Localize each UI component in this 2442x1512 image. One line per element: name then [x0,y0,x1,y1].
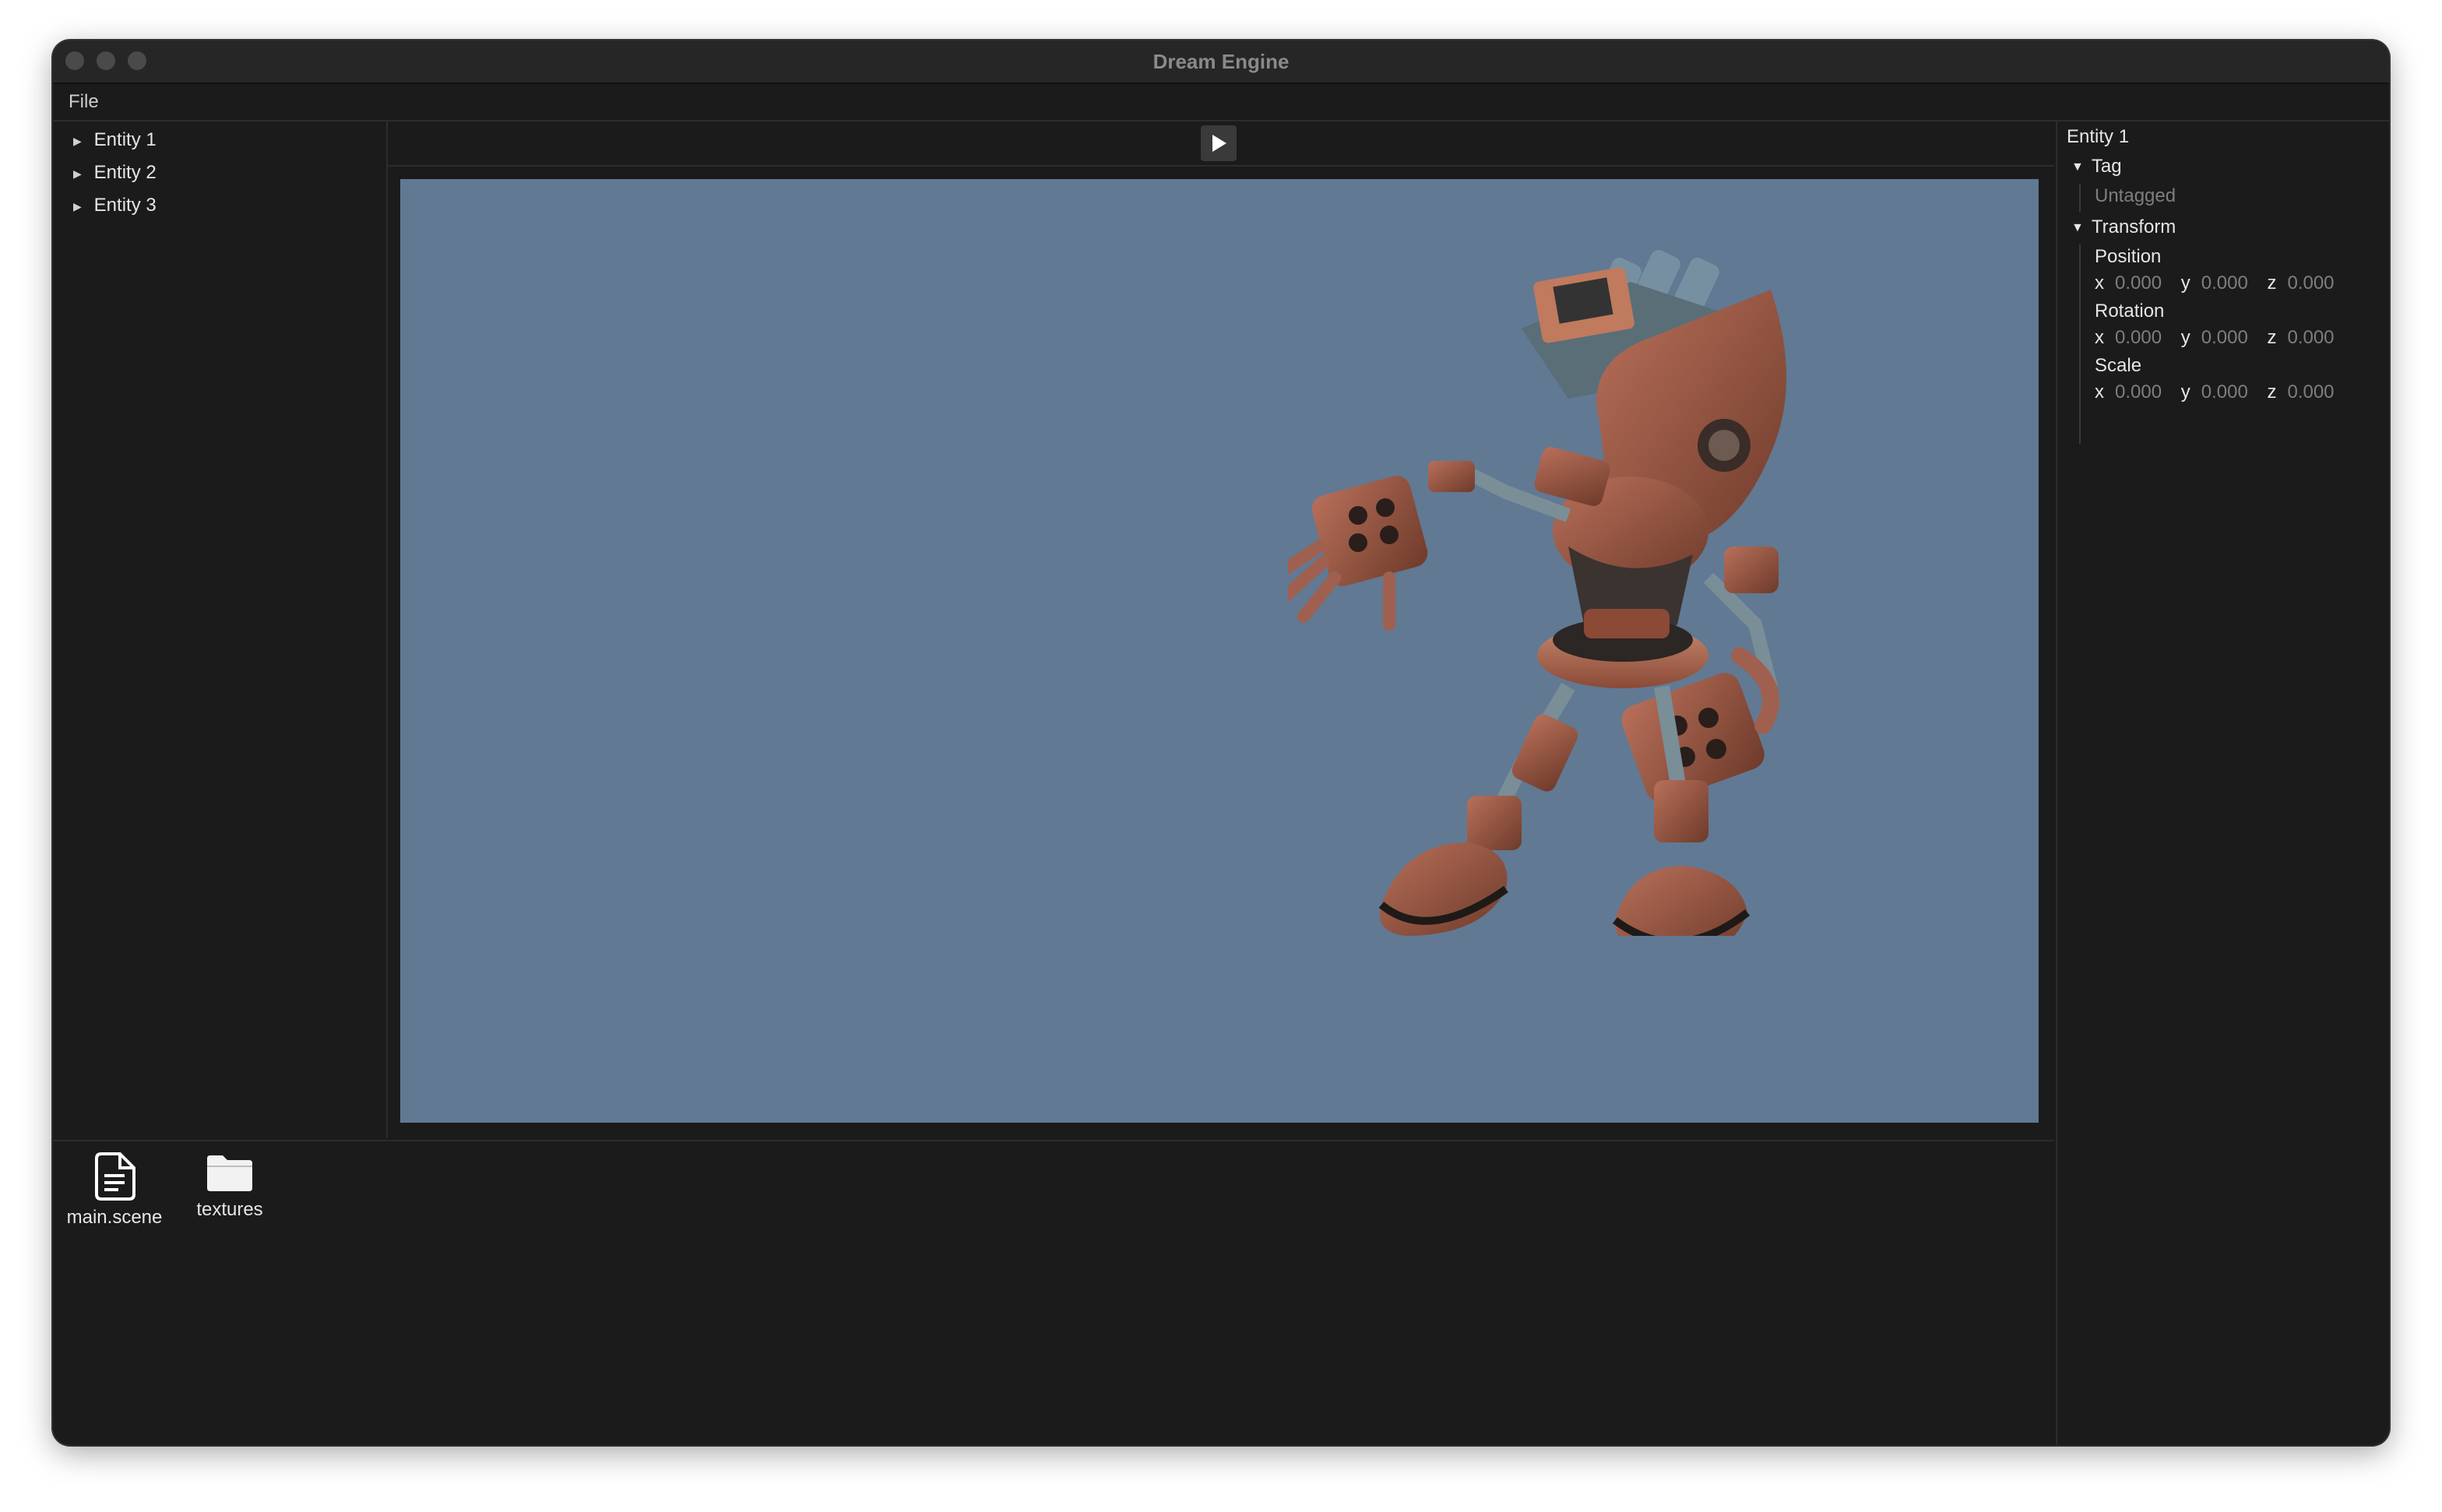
scale-x-field[interactable]: 0.000 [2115,382,2162,403]
hierarchy-item-entity-3[interactable]: ▶ Entity 3 [73,190,157,221]
hierarchy-item-label: Entity 2 [93,162,157,183]
asset-main-scene[interactable]: main.scene [56,1152,173,1229]
position-fields: x 0.000 y 0.000 z 0.000 [2095,269,2349,297]
tag-header-label: Tag [2091,156,2122,177]
menu-bar: File [53,84,2389,121]
scale-z-field[interactable]: 0.000 [2287,382,2334,403]
hierarchy-item-label: Entity 1 [93,129,157,150]
hierarchy-item-entity-2[interactable]: ▶ Entity 2 [73,157,157,188]
position-y-field[interactable]: 0.000 [2201,273,2248,294]
title-bar[interactable]: Dream Engine [53,40,2389,84]
app-window: Dream Engine File ▶ Entity 1 ▶ Entity 2 … [53,40,2389,1445]
axis-label-y: y [2180,382,2190,403]
transform-divider [2079,244,2081,444]
robot-model [1288,250,1786,936]
asset-textures[interactable]: textures [171,1152,288,1221]
position-z-field[interactable]: 0.000 [2287,273,2334,294]
expand-arrow-icon[interactable]: ▶ [73,158,89,189]
document-icon [95,1152,135,1201]
viewport-area [388,121,2054,1138]
caret-down-icon: ▼ [2071,160,2084,174]
tag-section-header[interactable]: ▼ Tag [2071,153,2122,181]
hierarchy-item-label: Entity 3 [93,195,157,216]
inspector-entity-name: Entity 1 [2067,126,2130,147]
axis-label-z: z [2267,327,2277,348]
tag-divider [2079,184,2081,212]
rotation-fields: x 0.000 y 0.000 z 0.000 [2095,324,2349,352]
scene-viewport[interactable] [400,179,2039,1123]
play-icon [1212,135,1226,152]
window-title: Dream Engine [1152,50,1290,73]
asset-label: textures [196,1199,263,1220]
inspector-panel: Entity 1 ▼ Tag Untagged ▼ Transform Positi… [2056,121,2389,1445]
rotation-z-field[interactable]: 0.000 [2287,327,2334,348]
transform-section-header[interactable]: ▼ Transform [2071,213,2176,241]
rotation-x-field[interactable]: 0.000 [2115,327,2162,348]
axis-label-z: z [2267,382,2277,403]
position-x-field[interactable]: 0.000 [2115,273,2162,294]
expand-arrow-icon[interactable]: ▶ [73,191,89,222]
axis-label-y: y [2180,273,2190,294]
tag-value[interactable]: Untagged [2095,182,2176,210]
caret-down-icon: ▼ [2071,220,2084,234]
scale-fields: x 0.000 y 0.000 z 0.000 [2095,378,2349,406]
expand-arrow-icon[interactable]: ▶ [73,125,89,156]
transform-header-label: Transform [2091,216,2176,237]
axis-label-x: x [2095,327,2104,348]
scale-y-field[interactable]: 0.000 [2201,382,2248,403]
menu-file[interactable]: File [69,84,99,120]
asset-browser-panel: main.scene textures [53,1140,2054,1445]
axis-label-x: x [2095,382,2104,403]
rotation-label: Rotation [2095,301,2165,322]
axis-label-x: x [2095,273,2104,294]
play-button[interactable] [1201,125,1237,161]
rotation-y-field[interactable]: 0.000 [2201,327,2248,348]
hierarchy-item-entity-1[interactable]: ▶ Entity 1 [73,125,157,156]
axis-label-y: y [2180,327,2190,348]
scale-label: Scale [2095,355,2142,376]
axis-label-z: z [2267,273,2277,294]
viewport-toolbar [388,121,2054,167]
folder-icon [207,1155,252,1191]
position-label: Position [2095,246,2162,267]
asset-label: main.scene [66,1207,163,1228]
scene-hierarchy-panel: ▶ Entity 1 ▶ Entity 2 ▶ Entity 3 [53,121,388,1138]
